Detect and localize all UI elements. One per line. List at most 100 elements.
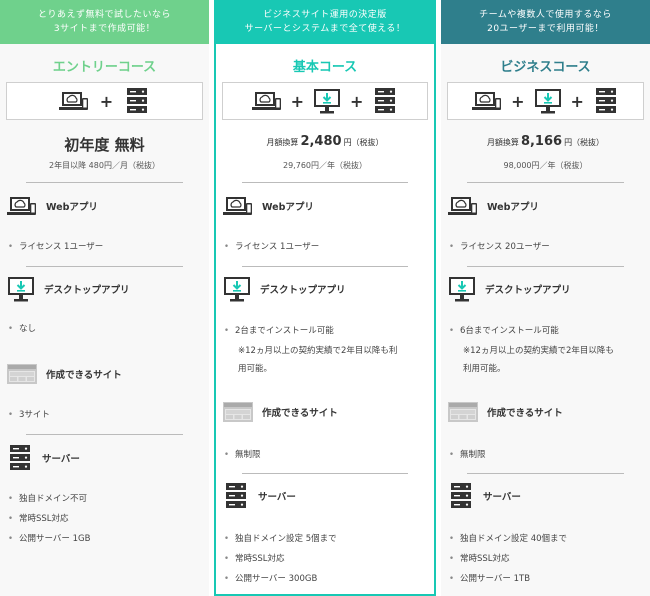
section-label: サーバー (258, 492, 296, 503)
section-sites: 作成できるサイト (222, 400, 338, 424)
divider (26, 266, 183, 267)
plan-banner: ビジネスサイト運用の決定版 サーバーとシステムまで全て使える！ (214, 0, 436, 44)
plus-icon: + (350, 91, 364, 111)
section-server: サーバー (222, 482, 296, 510)
list-item: 独自ドメイン設定 40個まで (449, 530, 567, 548)
laptop-cloud-icon (6, 196, 37, 216)
list-item: 独自ドメイン設定 5個まで (224, 530, 337, 548)
server-icon (595, 88, 616, 113)
banner-line-1: チームや複数人で使用するなら (479, 10, 612, 20)
list-item: ライセンス 1ユーザー (224, 238, 319, 256)
section-desktop-app: デスクトップアプリ (447, 275, 571, 303)
plan-card-entry: とりあえず無料で試したいなら 3サイトまで作成可能！ エントリーコース + 初年… (0, 0, 209, 596)
laptop-cloud-icon (58, 91, 89, 111)
divider (242, 182, 408, 183)
plus-icon: + (570, 91, 584, 111)
desktop-download-icon (313, 88, 341, 115)
section-web-app: Webアプリ (6, 194, 98, 218)
note-text: 利用可能。 (463, 364, 506, 374)
list-item: 3サイト (8, 406, 50, 424)
plus-icon: + (511, 91, 525, 111)
server-icon (375, 88, 396, 113)
list-item: 公開サーバー 300GB (224, 570, 317, 588)
list-item: 公開サーバー 1GB (8, 530, 90, 548)
laptop-cloud-icon (250, 91, 282, 111)
divider (26, 434, 183, 435)
section-web-app: Webアプリ (447, 194, 539, 218)
server-icon (10, 445, 30, 470)
price-monthly: 月額換算 2,480 円（税抜） (216, 134, 434, 149)
desktop-download-icon (7, 276, 35, 303)
section-sites: 作成できるサイト (6, 362, 122, 386)
banner-line-1: ビジネスサイト運用の決定版 (263, 10, 387, 20)
note-text: ※12ヵ月以上の契約実績で2年目以降も (463, 346, 614, 356)
browser-window-icon (7, 364, 37, 384)
plan-banner: とりあえず無料で試したいなら 3サイトまで作成可能！ (0, 0, 209, 44)
plan-icon-box: + (6, 82, 203, 120)
list-item: ライセンス 1ユーザー (8, 238, 103, 256)
monthly-suffix: 円（税抜） (343, 138, 384, 147)
section-label: Webアプリ (46, 202, 98, 213)
plus-icon: + (99, 91, 114, 111)
list-item: 常時SSL対応 (449, 550, 510, 568)
banner-line-1: とりあえず無料で試したいなら (37, 10, 171, 20)
divider (467, 266, 624, 267)
section-label: Webアプリ (487, 202, 539, 213)
monthly-value: 2,480 (300, 134, 342, 149)
price-subtext: 2年目以降 480円／月（税抜） (49, 161, 160, 170)
laptop-cloud-icon (471, 91, 502, 111)
plus-icon: + (290, 91, 304, 111)
section-sites: 作成できるサイト (447, 400, 563, 424)
monthly-suffix: 円（税抜） (564, 138, 605, 147)
list-item: 2台までインストール可能 (224, 322, 334, 340)
section-label: デスクトップアプリ (260, 285, 346, 296)
section-label: サーバー (42, 454, 80, 465)
note-text: ※12ヵ月以上の契約実績で2年目以降も利 (238, 346, 398, 356)
divider (242, 266, 408, 267)
banner-line-2: 3サイトまで作成可能！ (53, 24, 156, 34)
list-item: 独自ドメイン不可 (8, 490, 87, 508)
section-label: 作成できるサイト (487, 408, 563, 419)
server-icon (451, 483, 471, 508)
price-yearly: 29,760円／年（税抜） (283, 161, 367, 170)
desktop-download-icon (533, 88, 562, 115)
desktop-download-icon (448, 276, 476, 303)
plan-card-basic: ビジネスサイト運用の決定版 サーバーとシステムまで全て使える！ 基本コース + … (214, 0, 436, 596)
list-item: 常時SSL対応 (224, 550, 285, 568)
list-item: 無制限 (449, 446, 486, 464)
section-label: デスクトップアプリ (485, 285, 571, 296)
divider (26, 182, 183, 183)
list-item: なし (8, 320, 36, 338)
section-label: Webアプリ (262, 202, 314, 213)
laptop-cloud-icon (222, 196, 253, 216)
section-server: サーバー (447, 482, 521, 510)
plan-title: エントリーコース (52, 60, 157, 75)
desktop-download-icon (223, 276, 251, 303)
section-desktop-app: デスクトップアプリ (222, 275, 346, 303)
server-icon (127, 88, 148, 113)
price-yearly: 98,000円／年（税抜） (503, 161, 588, 170)
divider (467, 473, 624, 474)
plan-banner: チームや複数人で使用するなら 20ユーザーまで利用可能！ (441, 0, 650, 44)
monthly-prefix: 月額換算 (266, 138, 299, 147)
plan-title: 基本コース (292, 60, 358, 75)
section-label: サーバー (483, 492, 521, 503)
browser-window-icon (223, 402, 253, 422)
divider (242, 473, 408, 474)
laptop-cloud-icon (447, 196, 478, 216)
list-item: 6台までインストール可能 (449, 322, 559, 340)
plan-card-business: チームや複数人で使用するなら 20ユーザーまで利用可能！ ビジネスコース + +… (441, 0, 650, 596)
price-monthly: 月額換算 8,166 円（税抜） (441, 134, 650, 149)
list-item: ライセンス 20ユーザー (449, 238, 550, 256)
plan-icon-box: + + (447, 82, 644, 120)
section-label: デスクトップアプリ (44, 285, 130, 296)
plan-icon-box: + + (222, 82, 428, 120)
monthly-prefix: 月額換算 (486, 138, 519, 147)
server-icon (226, 483, 246, 508)
list-item: 無制限 (224, 446, 261, 464)
banner-line-2: 20ユーザーまで利用可能！ (487, 24, 604, 34)
plan-title: ビジネスコース (500, 60, 591, 75)
list-item: 常時SSL対応 (8, 510, 69, 528)
section-label: 作成できるサイト (46, 370, 122, 381)
section-server: サーバー (6, 444, 80, 472)
